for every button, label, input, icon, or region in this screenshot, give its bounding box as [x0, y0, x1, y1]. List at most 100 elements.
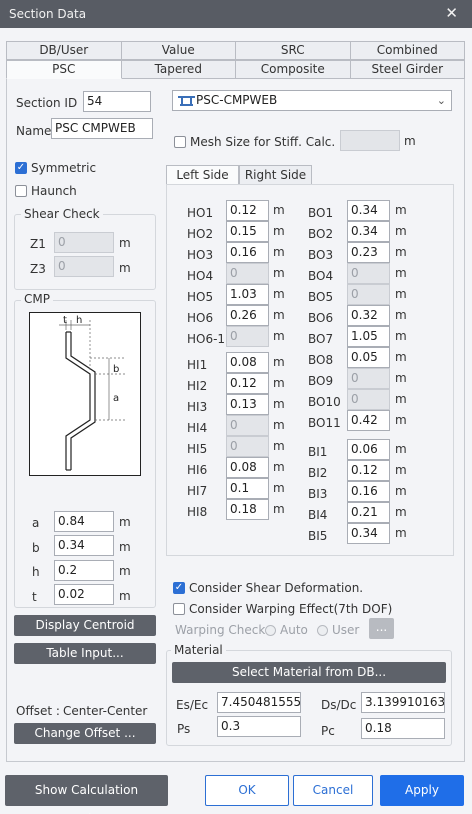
dim-bo2-input[interactable]: 0.34	[347, 221, 390, 242]
section-type-select[interactable]: PSC-CMPWEB ⌄	[172, 90, 452, 111]
tab-composite[interactable]: Composite	[236, 60, 351, 79]
cmp-t-input[interactable]: 0.02	[54, 584, 114, 605]
symmetric-checkbox[interactable]: ✓ Symmetric	[15, 161, 96, 175]
tab-left-side[interactable]: Left Side	[166, 165, 239, 185]
es-ec-input[interactable]: 7.4504815555	[217, 692, 301, 713]
es-ec-label: Es/Ec	[176, 698, 209, 712]
close-icon[interactable]: ✕	[445, 4, 458, 22]
dim-hi7-input[interactable]: 0.1	[226, 478, 269, 499]
check-icon[interactable]: ✓	[15, 162, 27, 174]
dim-ho6-1-input[interactable]: 0	[226, 326, 269, 347]
cmp-h-input[interactable]: 0.2	[54, 560, 114, 581]
mesh-size-input[interactable]	[340, 130, 400, 151]
dim-ho3-input[interactable]: 0.16	[226, 242, 269, 263]
dim-bo5-input[interactable]: 0	[347, 284, 390, 305]
dim-hi8-input[interactable]: 0.18	[226, 499, 269, 520]
radio-icon[interactable]	[265, 624, 276, 636]
warping-check-label: Warping Check	[175, 623, 266, 637]
dim-hi2-input[interactable]: 0.12	[226, 373, 269, 394]
section-id-input[interactable]: 54	[83, 91, 151, 112]
tab-src[interactable]: SRC	[236, 41, 351, 60]
dim-hi4-input[interactable]: 0	[226, 415, 269, 436]
dim-bi5-input[interactable]: 0.34	[347, 523, 390, 544]
ps-input[interactable]: 0.3	[217, 716, 301, 737]
show-calculation-results-button[interactable]: Show Calculation Results...	[5, 775, 168, 814]
offset-label: Offset :	[16, 704, 60, 718]
consider-warping-checkbox-box[interactable]	[173, 603, 185, 615]
tab-db-user[interactable]: DB/User	[6, 41, 122, 60]
dim-bi1-input[interactable]: 0.06	[347, 439, 390, 460]
ok-button[interactable]: OK	[205, 775, 289, 806]
dim-hi3-input[interactable]: 0.13	[226, 394, 269, 415]
tab-combined[interactable]: Combined	[350, 41, 465, 60]
mesh-size-checkbox[interactable]: Mesh Size for Stiff. Calc.	[174, 135, 335, 149]
dim-hi3-label: HI3	[187, 400, 208, 414]
tab-steel-girder[interactable]: Steel Girder	[350, 60, 465, 79]
name-input[interactable]: PSC CMPWEB	[51, 118, 153, 139]
table-input-button[interactable]: Table Input...	[14, 643, 156, 664]
dim-ho1-label: HO1	[187, 206, 214, 220]
change-offset-button[interactable]: Change Offset ...	[14, 723, 156, 744]
dim-bi4-label: BI4	[308, 508, 328, 522]
mesh-size-checkbox-box[interactable]	[174, 136, 186, 148]
dim-bo7-input[interactable]: 1.05	[347, 326, 390, 347]
dim-hi5-input[interactable]: 0	[226, 436, 269, 457]
dim-bo11-input[interactable]: 0.42	[347, 410, 390, 431]
dim-bo10-input[interactable]: 0	[347, 389, 390, 410]
dim-bo11-unit: m	[395, 413, 407, 427]
dim-bo1-input[interactable]: 0.34	[347, 200, 390, 221]
offset-value: Center-Center	[63, 704, 148, 718]
cmp-h-unit: m	[119, 564, 131, 578]
select-material-button[interactable]: Select Material from DB...	[172, 662, 446, 683]
tab-tapered[interactable]: Tapered	[121, 60, 236, 79]
dim-bi2-input[interactable]: 0.12	[347, 460, 390, 481]
dim-bi3-input[interactable]: 0.16	[347, 481, 390, 502]
warping-user-radio[interactable]: User	[317, 623, 359, 637]
dim-bo10-unit: m	[395, 392, 407, 406]
dim-ho2-input[interactable]: 0.15	[226, 221, 269, 242]
ds-dc-label: Ds/Dc	[321, 698, 357, 712]
tab-psc[interactable]: PSC	[6, 60, 122, 79]
dim-ho5-input[interactable]: 1.03	[226, 284, 269, 305]
consider-warping-checkbox[interactable]: Consider Warping Effect(7th DOF)	[173, 602, 392, 616]
dim-bi1-unit: m	[395, 442, 407, 456]
warping-auto-radio[interactable]: Auto	[265, 623, 308, 637]
cmp-b-input[interactable]: 0.34	[54, 535, 114, 556]
dim-bo6-unit: m	[395, 308, 407, 322]
display-centroid-button[interactable]: Display Centroid	[14, 615, 156, 636]
haunch-checkbox[interactable]: Haunch	[15, 184, 77, 198]
dim-hi6-input[interactable]: 0.08	[226, 457, 269, 478]
consider-shear-checkbox[interactable]: ✓ Consider Shear Deformation.	[173, 581, 363, 595]
dim-bo2-label: BO2	[308, 227, 334, 241]
cmp-a-input[interactable]: 0.84	[54, 511, 114, 532]
warping-browse-button[interactable]: ...	[369, 618, 394, 639]
tab-value[interactable]: Value	[121, 41, 236, 60]
tab-right-side[interactable]: Right Side	[239, 165, 312, 185]
z3-input[interactable]: 0	[54, 256, 114, 277]
symmetric-label: Symmetric	[31, 161, 97, 175]
apply-button[interactable]: Apply	[380, 775, 464, 806]
dim-bi4-input[interactable]: 0.21	[347, 502, 390, 523]
dim-bo5-label: BO5	[308, 290, 334, 304]
haunch-checkbox-box[interactable]	[15, 185, 27, 197]
z1-unit: m	[119, 236, 131, 250]
check-icon[interactable]: ✓	[173, 582, 185, 594]
section-id-label: Section ID	[16, 96, 78, 110]
ds-dc-input[interactable]: 3.13991016300	[361, 692, 445, 713]
dim-bo9-input[interactable]: 0	[347, 368, 390, 389]
dim-bo4-input[interactable]: 0	[347, 263, 390, 284]
cancel-button[interactable]: Cancel	[293, 775, 373, 806]
dim-ho1-input[interactable]: 0.12	[226, 200, 269, 221]
dim-bo1-label: BO1	[308, 206, 334, 220]
dim-bo3-input[interactable]: 0.23	[347, 242, 390, 263]
dim-hi1-input[interactable]: 0.08	[226, 352, 269, 373]
dim-hi1-label: HI1	[187, 358, 208, 372]
dim-hi7-label: HI7	[187, 484, 208, 498]
pc-input[interactable]: 0.18	[361, 718, 445, 739]
dim-ho6-input[interactable]: 0.26	[226, 305, 269, 326]
z1-input[interactable]: 0	[54, 232, 114, 253]
dim-bo8-input[interactable]: 0.05	[347, 347, 390, 368]
radio-icon[interactable]	[317, 624, 328, 636]
dim-bo6-input[interactable]: 0.32	[347, 305, 390, 326]
dim-ho4-input[interactable]: 0	[226, 263, 269, 284]
